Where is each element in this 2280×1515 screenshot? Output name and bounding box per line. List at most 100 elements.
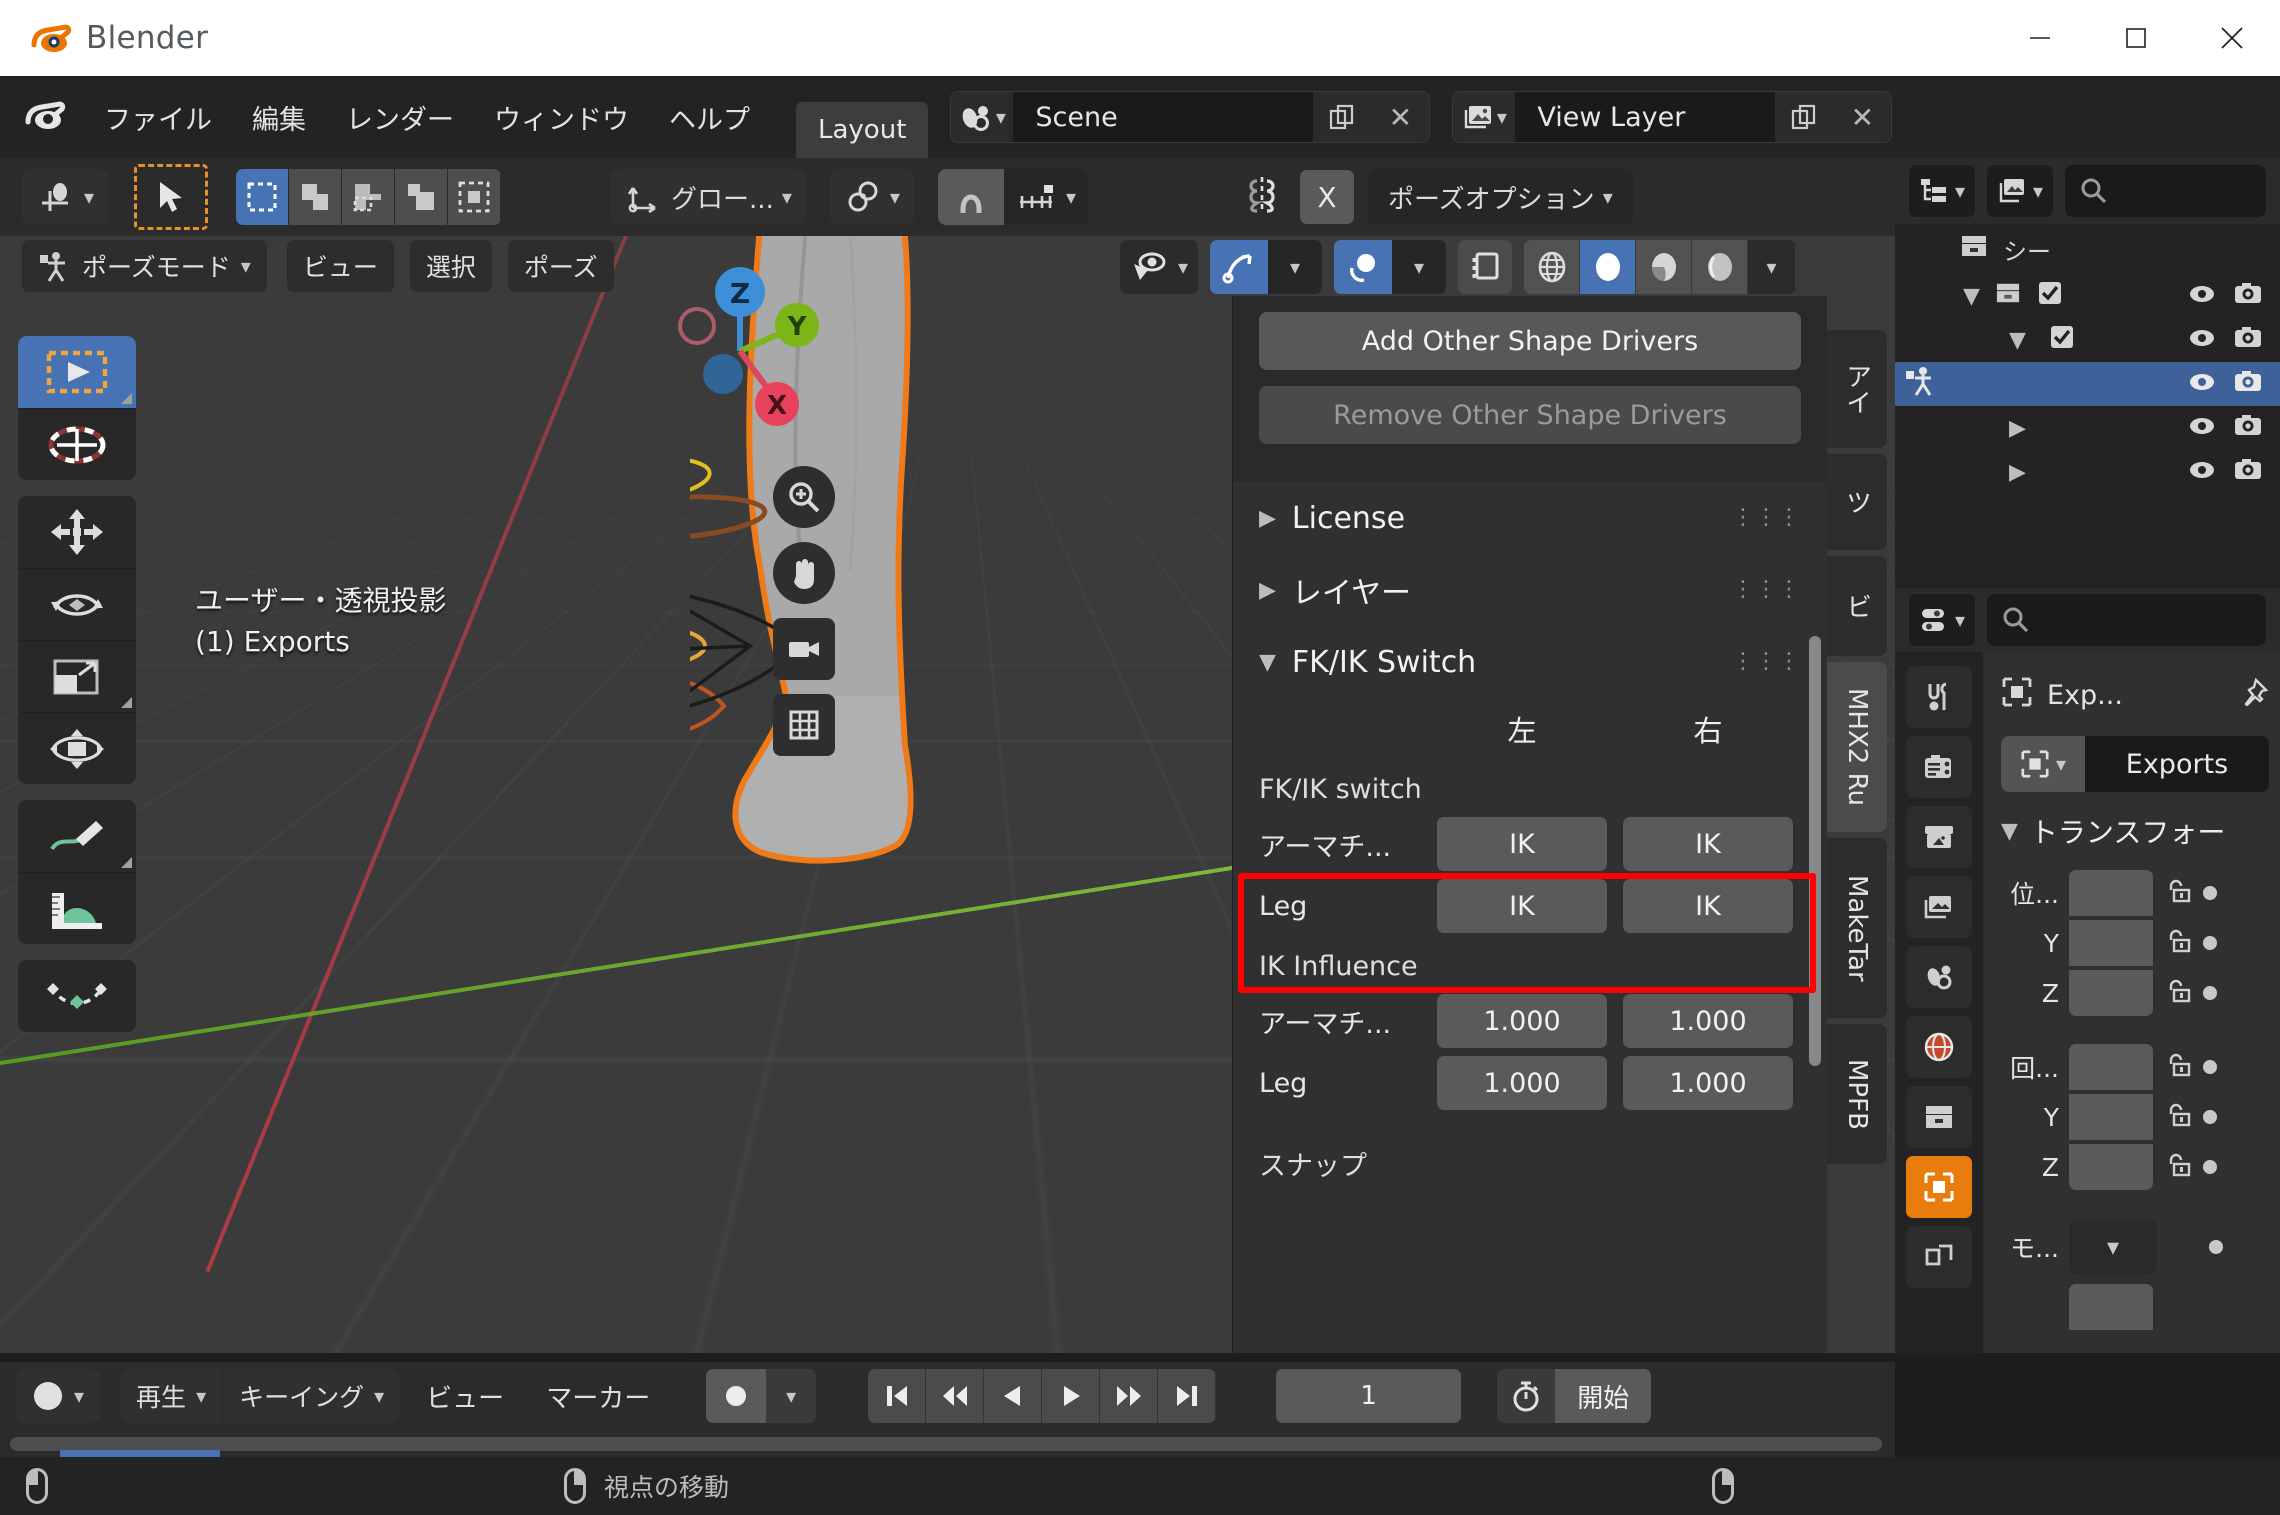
viewport-menu-select[interactable]: 選択	[409, 240, 492, 292]
tab-render[interactable]	[1906, 736, 1972, 798]
properties-filter-dropdown[interactable]: ▾	[1909, 594, 1976, 646]
menu-view[interactable]: ビュー	[410, 1378, 520, 1415]
checkbox-icon[interactable]	[2050, 325, 2074, 355]
rotation-x-field[interactable]	[2069, 1044, 2153, 1090]
outliner-scene-row[interactable]: シー	[1895, 224, 2280, 274]
influence-leg-right-value[interactable]: 1.000	[1623, 1056, 1793, 1110]
playback-controls[interactable]	[868, 1369, 1217, 1423]
tool-rotate-icon[interactable]	[18, 568, 136, 640]
shading-mode-group[interactable]: ▾	[1524, 240, 1797, 294]
auto-keying-group[interactable]: ▾	[706, 1369, 817, 1423]
next-keyframe-icon[interactable]	[1100, 1369, 1159, 1423]
influence-leg-left-value[interactable]: 1.000	[1437, 1056, 1607, 1110]
viewport-toolbar[interactable]	[18, 336, 136, 1048]
new-view-layer-button[interactable]	[1775, 92, 1834, 142]
remove-view-layer-button[interactable]: ✕	[1833, 92, 1892, 142]
rotation-z-field[interactable]	[2069, 1144, 2153, 1190]
tab-item-1[interactable]: ツ	[1827, 454, 1887, 550]
object-browse-icon[interactable]: ▾	[2001, 736, 2085, 792]
lock-icon[interactable]	[2163, 878, 2193, 908]
eye-icon[interactable]	[2188, 370, 2216, 398]
gizmo-icon[interactable]	[1210, 240, 1269, 294]
table-row[interactable]: ▶	[1895, 406, 2280, 450]
select-invert-icon[interactable]	[395, 169, 449, 225]
tab-object-active[interactable]	[1906, 1156, 1972, 1218]
start-frame-field[interactable]: 開始	[1555, 1369, 1652, 1423]
outliner-row-armature-selected[interactable]	[1895, 362, 2280, 406]
workspace-tab-layout[interactable]: Layout	[796, 102, 929, 158]
eye-icon[interactable]	[2188, 458, 2216, 486]
scene-selector[interactable]: ▾ Scene ✕	[950, 91, 1431, 143]
jump-to-end-icon[interactable]	[1158, 1369, 1217, 1423]
camera-icon[interactable]	[2234, 282, 2262, 310]
camera-icon[interactable]	[2234, 414, 2262, 442]
animate-property-dot[interactable]	[2203, 1060, 2217, 1074]
jump-to-start-icon[interactable]	[868, 1369, 927, 1423]
active-tool-icon[interactable]: ▾	[22, 169, 109, 225]
properties-editor[interactable]: ▾ Exp... ▾ Exports ▼ トランスフォー 位... Y Z 回.…	[1895, 588, 2280, 1353]
xray-toggle[interactable]	[1458, 240, 1513, 294]
npanel-category-tabs[interactable]: アイ ツ ビ MHX2 Ru MakeTar MPFB	[1827, 330, 1887, 1164]
maximize-icon[interactable]	[2088, 0, 2184, 76]
camera-icon[interactable]	[2234, 326, 2262, 354]
tab-collection[interactable]	[1906, 1086, 1972, 1148]
lock-icon[interactable]	[2163, 928, 2193, 958]
select-set-icon[interactable]	[236, 169, 290, 225]
timeline-scrollbar[interactable]	[10, 1437, 1882, 1451]
animate-property-dot[interactable]	[2203, 936, 2217, 950]
tool-transform-icon[interactable]	[18, 712, 136, 784]
menu-edit[interactable]: 編集	[232, 92, 326, 143]
animate-property-dot[interactable]	[2203, 986, 2217, 1000]
viewport-display-toggles[interactable]: ▾ ▾ ▾ ▾	[1120, 240, 1797, 294]
frame-range-group[interactable]: 開始	[1497, 1369, 1652, 1423]
pivot-point-dropdown[interactable]: ▾	[829, 169, 914, 225]
tab-scene[interactable]	[1906, 946, 1972, 1008]
object-name-field[interactable]: Exports	[2085, 736, 2269, 792]
table-row[interactable]: ▼	[1895, 318, 2280, 362]
table-row[interactable]: ▼	[1895, 274, 2280, 318]
solid-shading-icon[interactable]	[1580, 240, 1637, 294]
play-reverse-icon[interactable]	[984, 1369, 1043, 1423]
influence-armature-right-value[interactable]: 1.000	[1623, 994, 1793, 1048]
snap-target-dropdown[interactable]: ▾	[1003, 169, 1088, 225]
animate-property-dot[interactable]	[2209, 1240, 2223, 1254]
eye-icon[interactable]	[2188, 282, 2216, 310]
fkik-armature-right-button[interactable]: IK	[1623, 817, 1793, 871]
camera-icon[interactable]	[2234, 370, 2262, 398]
outliner-filter-dropdown[interactable]: ▾	[1987, 165, 2054, 217]
add-other-shape-drivers-button[interactable]: Add Other Shape Drivers	[1259, 312, 1801, 370]
overlays-icon[interactable]	[1334, 240, 1393, 294]
view-layer-selector[interactable]: ▾ View Layer ✕	[1452, 91, 1893, 143]
viewport-menu-pose[interactable]: ポーズ	[507, 240, 614, 292]
mode-selector[interactable]: ポーズモード ▾	[22, 240, 267, 292]
eye-icon[interactable]	[2188, 414, 2216, 442]
timeline-editor[interactable]: ▾ 再生 ▾ キーイング ▾ ビュー マーカー ▾ 1 開始	[0, 1362, 1895, 1457]
select-extend-icon[interactable]	[289, 169, 343, 225]
tab-item-0[interactable]: アイ	[1827, 330, 1887, 448]
overlay-toggle-group[interactable]: ▾	[1334, 240, 1447, 294]
visibility-dropdown[interactable]: ▾	[1120, 240, 1199, 294]
outliner-display-mode-dropdown[interactable]: ▾	[1909, 165, 1976, 217]
toggle-ortho-icon[interactable]	[773, 694, 835, 756]
select-mode-group[interactable]	[236, 169, 502, 225]
tab-tool[interactable]	[1906, 666, 1972, 728]
animate-property-dot[interactable]	[2203, 1110, 2217, 1124]
minimize-icon[interactable]	[1992, 0, 2088, 76]
panel-section-layers[interactable]: ▶ レイヤー ⋮⋮⋮	[1233, 554, 1827, 626]
panel-section-fkik-switch[interactable]: ▼ FK/IK Switch ⋮⋮⋮	[1233, 626, 1827, 698]
outliner-editor[interactable]: ▾ ▾ シー ▼ ▼ ▶ ▶	[1895, 158, 2280, 588]
influence-armature-left-value[interactable]: 1.000	[1437, 994, 1607, 1048]
auto-keying-dropdown[interactable]: ▾	[766, 1369, 817, 1423]
animate-property-dot[interactable]	[2203, 886, 2217, 900]
tool-tweak-active[interactable]	[134, 164, 209, 230]
viewport-nav-buttons[interactable]	[773, 466, 835, 756]
scene-icon[interactable]: ▾	[951, 92, 1014, 142]
record-icon[interactable]	[706, 1369, 767, 1423]
lock-icon[interactable]	[2163, 1102, 2193, 1132]
grip-icon[interactable]: ⋮⋮⋮	[1732, 579, 1801, 600]
grip-icon[interactable]: ⋮⋮⋮	[1732, 651, 1801, 672]
view-layer-name[interactable]: View Layer	[1515, 92, 1776, 142]
object-id-selector[interactable]: ▾ Exports	[2001, 736, 2269, 792]
tab-world[interactable]	[1906, 1016, 1972, 1078]
camera-icon[interactable]	[2234, 458, 2262, 486]
